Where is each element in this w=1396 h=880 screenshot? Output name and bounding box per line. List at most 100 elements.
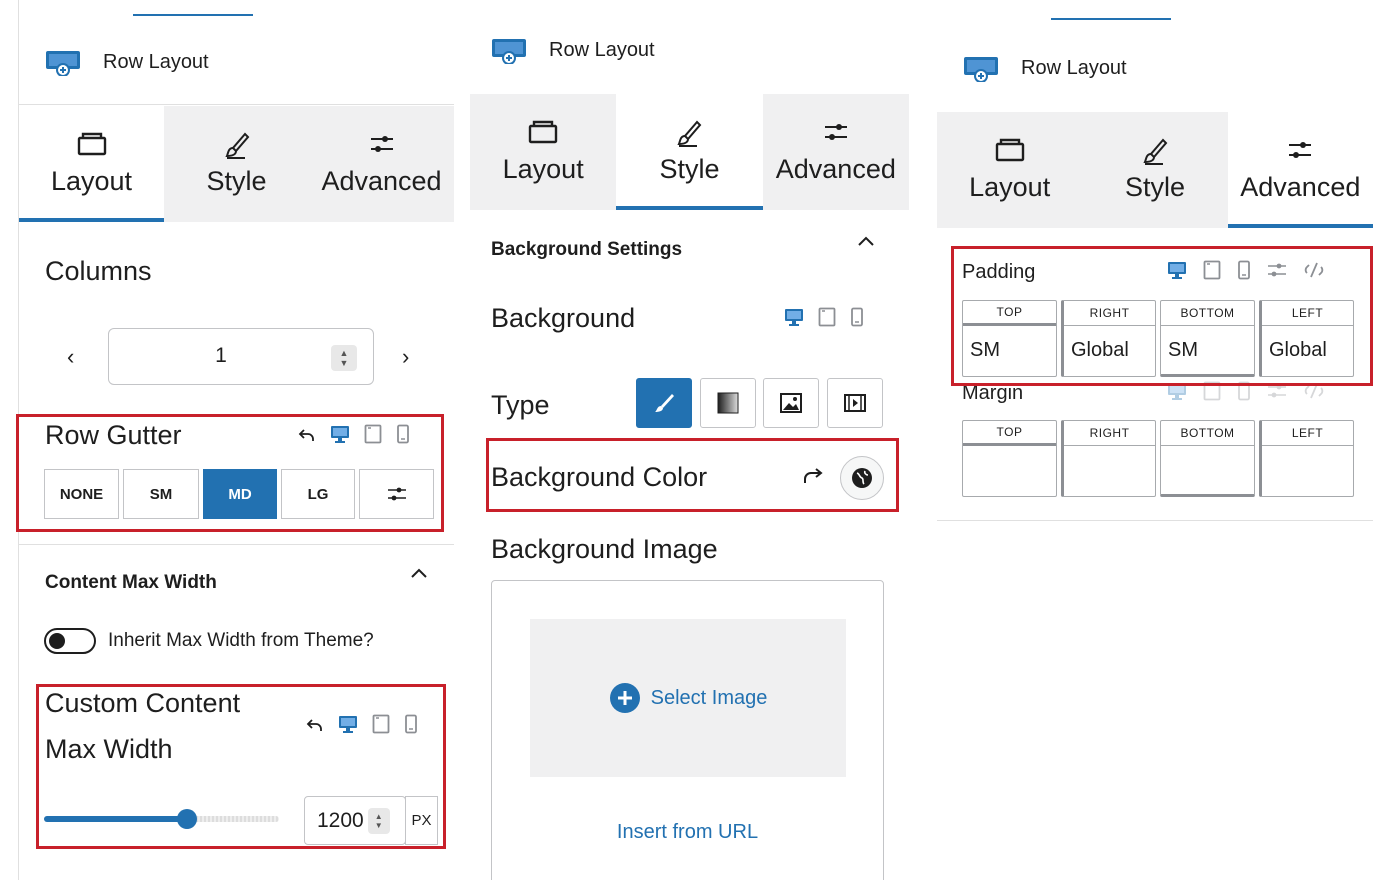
tab-style[interactable]: Style [616, 94, 763, 210]
spin-arrows-icon[interactable]: ▲ ▼ [367, 807, 390, 834]
mobile-icon[interactable] [404, 714, 418, 734]
mobile-icon[interactable] [396, 424, 410, 444]
side-label: TOP [963, 301, 1056, 326]
layout-icon [77, 132, 107, 158]
tab-advanced[interactable]: Advanced [1227, 112, 1374, 228]
tablet-icon[interactable] [372, 714, 390, 734]
gutter-custom-button[interactable] [359, 469, 434, 519]
inherit-max-width-label: Inherit Max Width from Theme? [108, 630, 374, 651]
tab-layout[interactable]: Layout [937, 112, 1082, 228]
margin-right-input[interactable]: RIGHT [1061, 420, 1156, 497]
columns-stepper[interactable]: 1 ▲ ▼ [108, 328, 374, 385]
desktop-icon[interactable] [330, 424, 350, 444]
sliders-icon[interactable] [1267, 383, 1287, 399]
tab-style[interactable]: Style [164, 106, 309, 222]
sliders-icon [368, 132, 396, 158]
desktop-icon[interactable] [1167, 381, 1187, 401]
chevron-left-icon[interactable]: ‹ [67, 344, 74, 370]
gutter-none-button[interactable]: NONE [44, 469, 119, 519]
tab-layout[interactable]: Layout [19, 106, 164, 222]
insert-from-url-link[interactable]: Insert from URL [492, 821, 883, 844]
slider-thumb[interactable] [177, 809, 198, 829]
custom-max-width-label-2: Max Width [45, 734, 173, 764]
mobile-icon[interactable] [850, 307, 864, 327]
type-video-button[interactable] [827, 378, 883, 428]
tab-advanced[interactable]: Advanced [309, 106, 454, 222]
responsive-controls [1167, 260, 1325, 280]
padding-value: SM [970, 338, 1000, 361]
reset-icon[interactable] [306, 716, 324, 732]
padding-right-input[interactable]: RIGHT Global [1061, 300, 1156, 377]
inherit-max-width-toggle[interactable] [44, 628, 96, 654]
margin-inputs: TOP RIGHT BOTTOM LEFT [962, 420, 1354, 497]
unlink-icon[interactable] [1303, 260, 1325, 280]
row-gutter-label: Row Gutter [45, 420, 182, 450]
video-icon [844, 394, 866, 412]
margin-label: Margin [962, 382, 1024, 404]
padding-bottom-input[interactable]: BOTTOM SM [1160, 300, 1255, 377]
desktop-icon[interactable] [1167, 260, 1187, 280]
row-layout-icon [963, 56, 1001, 83]
gutter-sm-button[interactable]: SM [123, 469, 199, 519]
type-color-button[interactable] [636, 378, 692, 428]
select-image-label: Select Image [650, 686, 768, 709]
chevron-up-icon[interactable] [409, 566, 429, 585]
padding-left-input[interactable]: LEFT Global [1259, 300, 1354, 377]
desktop-icon[interactable] [784, 307, 804, 327]
margin-top-input[interactable]: TOP [962, 420, 1057, 497]
padding-inputs: TOP SM RIGHT Global BOTTOM SM LEFT Globa… [962, 300, 1354, 377]
globe-icon [852, 468, 872, 488]
panel-title: Row Layout [1021, 56, 1127, 79]
tab-label: Layout [502, 153, 584, 184]
unlink-icon[interactable] [1303, 381, 1325, 401]
slider-fill [44, 816, 188, 822]
reset-icon[interactable] [298, 426, 316, 442]
mobile-icon[interactable] [1237, 260, 1251, 280]
panel-title: Row Layout [549, 38, 655, 61]
style-panel: Row Layout Layout Style Advanced Backgro… [470, 0, 909, 880]
gutter-lg-button[interactable]: LG [281, 469, 355, 519]
sliders-icon[interactable] [1267, 262, 1287, 278]
margin-value [1262, 446, 1353, 494]
columns-value: 1 [215, 344, 227, 367]
tab-label: Style [1124, 171, 1185, 202]
gradient-icon [717, 392, 739, 414]
tab-label: Style [206, 165, 267, 196]
padding-value: Global [1071, 338, 1129, 361]
margin-bottom-input[interactable]: BOTTOM [1160, 420, 1255, 497]
tablet-icon[interactable] [364, 424, 382, 444]
tab-advanced[interactable]: Advanced [763, 94, 909, 210]
tab-layout[interactable]: Layout [470, 94, 616, 210]
select-image-button[interactable]: Select Image [530, 619, 846, 777]
tablet-icon[interactable] [1203, 260, 1221, 280]
tab-style[interactable]: Style [1082, 112, 1227, 228]
section-divider [19, 544, 454, 545]
margin-left-input[interactable]: LEFT [1259, 420, 1354, 497]
tablet-icon[interactable] [818, 307, 836, 327]
row-layout-icon [491, 38, 529, 65]
redo-icon[interactable] [802, 466, 824, 491]
max-width-input[interactable]: 1200 ▲ ▼ [304, 796, 406, 845]
sliders-icon [1286, 138, 1314, 164]
unit-selector[interactable]: PX [405, 796, 438, 845]
margin-value [963, 446, 1056, 494]
chevron-up-icon[interactable] [856, 234, 876, 253]
side-label: BOTTOM [1161, 301, 1254, 326]
panel-header: Row Layout [470, 30, 909, 70]
gutter-md-button[interactable]: MD [203, 469, 277, 519]
plus-circle-icon [609, 683, 640, 713]
mobile-icon[interactable] [1237, 381, 1251, 401]
padding-top-input[interactable]: TOP SM [962, 300, 1057, 377]
side-label: RIGHT [1064, 421, 1155, 446]
type-gradient-button[interactable] [700, 378, 756, 428]
global-color-button[interactable] [840, 456, 884, 500]
spin-arrows-icon[interactable]: ▲ ▼ [331, 345, 357, 371]
responsive-controls [306, 714, 418, 734]
desktop-icon[interactable] [338, 714, 358, 734]
tablet-icon[interactable] [1203, 381, 1221, 401]
panel-header: Row Layout [937, 48, 1373, 88]
custom-max-width-label: Custom Content [45, 688, 241, 718]
chevron-right-icon[interactable]: › [402, 344, 409, 370]
type-image-button[interactable] [763, 378, 819, 428]
layout-icon [528, 120, 558, 146]
